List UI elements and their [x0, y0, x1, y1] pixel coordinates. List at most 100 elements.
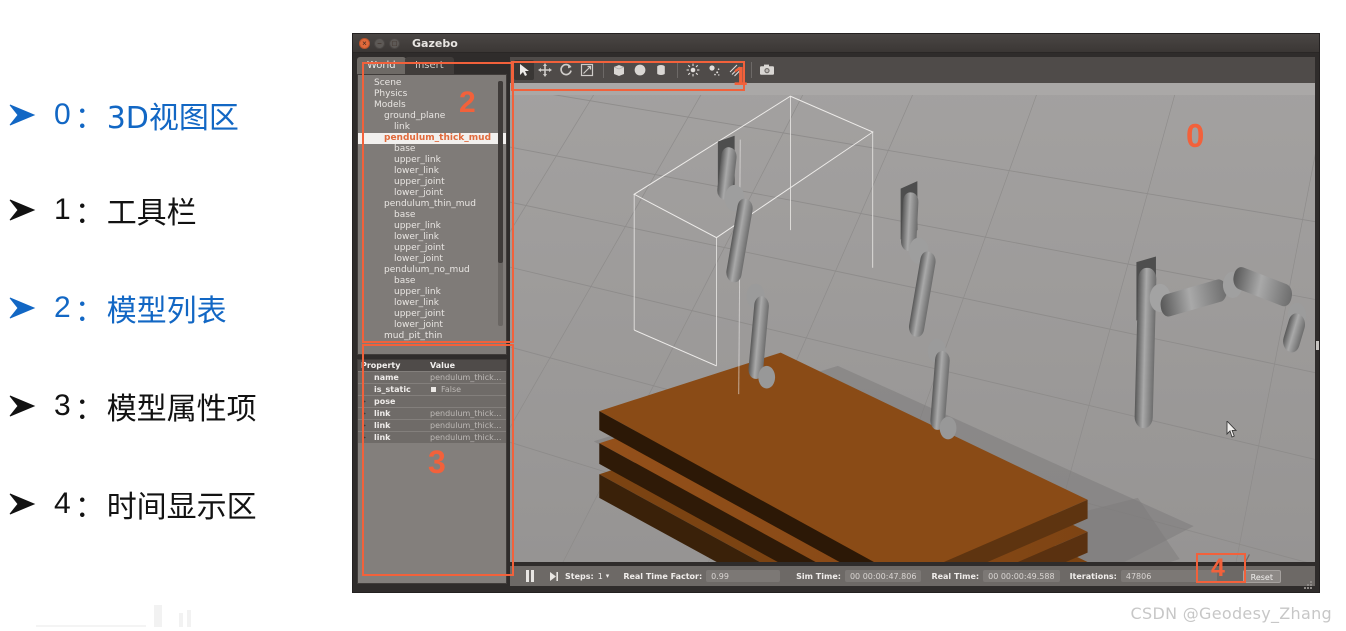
scene-render [510, 83, 1315, 562]
property-name: pose [374, 397, 396, 406]
tree-item-label: Physics [374, 89, 408, 99]
tree-item[interactable]: upper_joint [358, 177, 506, 188]
property-name: link [374, 421, 391, 430]
steps-group[interactable]: Steps: 1 ▾ [565, 572, 609, 581]
tree-item[interactable]: −ground_plane [358, 111, 506, 122]
tree-item[interactable]: −pendulum_thin_mud [358, 199, 506, 210]
property-value-cell: pendulum_thick... [430, 373, 502, 382]
scale-icon[interactable] [577, 60, 597, 80]
legend-number: 3 [54, 389, 71, 422]
sim-time-label: Sim Time: [796, 571, 841, 581]
tree-item-label: Scene [374, 78, 402, 88]
chevron-right-icon[interactable]: ▸ [363, 408, 366, 419]
legend-label: 模型列表 [106, 294, 227, 329]
reset-button[interactable]: Reset [1242, 569, 1281, 583]
tree-item[interactable]: lower_joint [358, 320, 506, 331]
screenshot-camera-icon[interactable] [757, 60, 777, 80]
model-tree[interactable]: ScenePhysics−Models−ground_planelink▾pen… [357, 74, 507, 355]
chevron-down-icon[interactable]: ▾ [606, 572, 610, 580]
tree-item[interactable]: upper_joint [358, 309, 506, 320]
window-body: World Insert ScenePhysics−Models−ground_… [353, 53, 1319, 592]
chevron-right-icon[interactable]: ▸ [363, 420, 366, 431]
property-name: name [374, 373, 399, 382]
property-row[interactable]: is_static False [358, 384, 506, 395]
tree-item[interactable]: base [358, 144, 506, 155]
tree-item[interactable]: upper_link [358, 287, 506, 298]
window-title-bar: × − □ Gazebo [353, 34, 1319, 53]
property-row[interactable]: ▸ pose [358, 396, 506, 407]
tree-item-label: upper_joint [394, 243, 445, 253]
tree-item-label: lower_link [394, 232, 440, 242]
tree-item[interactable]: upper_joint [358, 243, 506, 254]
rotate-icon[interactable] [556, 60, 576, 80]
legend-colon: ： [74, 102, 105, 135]
legend-colon: ： [74, 491, 105, 524]
legend-number: 4 [54, 487, 71, 520]
property-row[interactable]: name pendulum_thick... [358, 372, 506, 383]
tree-item[interactable]: ▾pendulum_thick_mud [358, 133, 506, 144]
legend-item-3: 3 ： 模型属性项 [8, 383, 257, 429]
annotation-legend: 0 ： 3D视图区 1 ： 工具栏 2 ： 模型列表 3 ： 模型属性项 4 ：… [0, 0, 350, 631]
property-row[interactable]: ▸ link pendulum_thick... [358, 420, 506, 431]
tree-item-label: link [394, 122, 410, 132]
toolbar [510, 57, 1315, 83]
step-forward-icon[interactable] [548, 571, 559, 582]
tab-world[interactable]: World [357, 57, 406, 74]
tree-item[interactable]: ▸mud_pit_thin [358, 331, 506, 342]
tree-item[interactable]: Scene [358, 78, 506, 89]
maximize-icon[interactable]: □ [389, 37, 400, 49]
tree-item[interactable]: −pendulum_no_mud [358, 265, 506, 276]
pause-icon[interactable] [522, 570, 538, 583]
resize-grip[interactable] [1304, 576, 1312, 589]
panel-splitter-handle[interactable] [1316, 341, 1319, 350]
tree-item[interactable]: lower_joint [358, 254, 506, 265]
tree-item-label: upper_link [394, 155, 441, 165]
iterations-value: 47806 [1120, 570, 1217, 582]
bullet-arrow-icon [8, 102, 38, 128]
sim-time-group: Sim Time: 00 00:00:47.806 [796, 570, 922, 582]
chevron-right-icon[interactable]: ▸ [363, 432, 366, 443]
viewport-3d[interactable] [510, 83, 1315, 562]
tree-item[interactable]: link [358, 122, 506, 133]
minimize-icon[interactable]: − [374, 37, 385, 49]
box-shape-icon[interactable] [609, 60, 629, 80]
close-icon[interactable]: × [359, 37, 370, 49]
property-row[interactable]: ▸ link pendulum_thick... [358, 432, 506, 443]
spot-light-icon[interactable] [704, 60, 724, 80]
tree-item[interactable]: upper_link [358, 155, 506, 166]
tree-item[interactable]: Physics [358, 89, 506, 100]
bullet-arrow-icon [8, 197, 38, 223]
watermark: CSDN @Geodesy_Zhang [1130, 604, 1332, 623]
property-row[interactable]: ▸ link pendulum_thick... [358, 408, 506, 419]
checkbox-unchecked-icon[interactable] [430, 386, 437, 393]
chevron-right-icon[interactable]: ▸ [363, 396, 366, 407]
real-time-factor-group: Real Time Factor: 0.99 [623, 570, 781, 582]
toolbar-separator [603, 62, 604, 78]
legend-item-2: 2 ： 模型列表 [8, 285, 227, 331]
translate-move-icon[interactable] [535, 60, 555, 80]
cylinder-shape-icon[interactable] [651, 60, 671, 80]
tree-item[interactable]: base [358, 210, 506, 221]
legend-label: 3D视图区 [106, 101, 239, 136]
tree-item[interactable]: lower_joint [358, 188, 506, 199]
left-dock: World Insert ScenePhysics−Models−ground_… [357, 57, 507, 586]
tree-scrollbar[interactable] [498, 81, 503, 326]
tree-item[interactable]: base [358, 276, 506, 287]
tab-insert[interactable]: Insert [405, 57, 454, 74]
dock-tabs: World Insert [357, 57, 507, 74]
tree-item[interactable]: upper_link [358, 221, 506, 232]
tree-item[interactable]: lower_link [358, 298, 506, 309]
tree-item[interactable]: −Models [358, 100, 506, 111]
tree-item[interactable]: lower_link [358, 166, 506, 177]
iterations-label: Iterations: [1069, 571, 1117, 581]
steps-label: Steps: [565, 571, 594, 581]
legend-number: 2 [54, 291, 71, 324]
point-light-icon[interactable] [683, 60, 703, 80]
page-artifact [34, 599, 214, 629]
select-arrow-icon[interactable] [514, 60, 534, 80]
tree-item-label: lower_link [394, 166, 440, 176]
tree-item-label: Models [374, 100, 406, 110]
sphere-shape-icon[interactable] [630, 60, 650, 80]
tree-item[interactable]: lower_link [358, 232, 506, 243]
legend-colon: ： [74, 393, 105, 426]
